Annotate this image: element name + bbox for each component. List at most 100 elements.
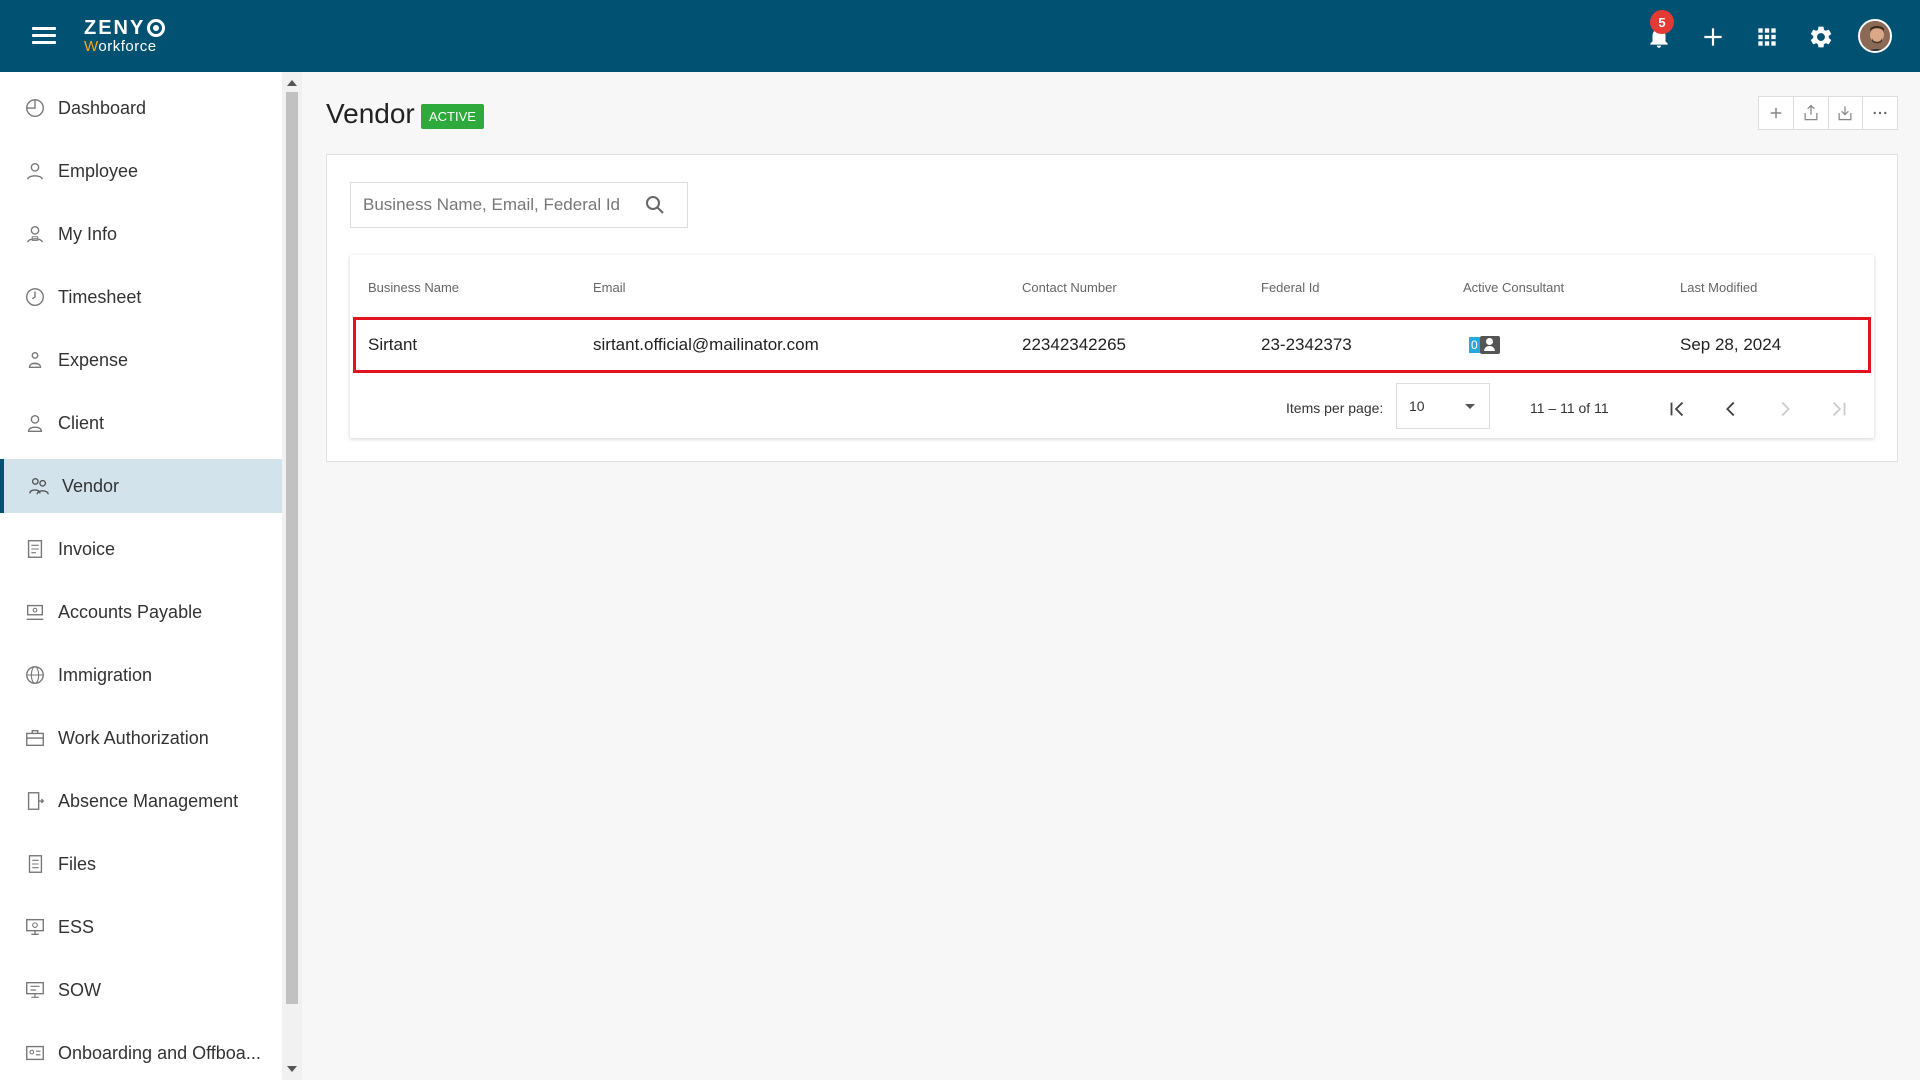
sidebar-item-label: Employee [58,160,139,181]
top-bar: ZENY Workforce [0,0,1920,72]
import-button[interactable] [1829,97,1864,129]
items-per-page-select[interactable]: 10 [1396,383,1490,429]
sidebar-item-label: Files [58,853,97,874]
sidebar-item-label: Expense [58,349,129,370]
employee-icon [24,160,46,182]
sidebar-scrollbar[interactable] [282,72,302,1080]
sidebar-item-label: Accounts Payable [58,601,203,622]
sidebar-item-onboarding[interactable]: Onboarding and Offboa... [0,1026,282,1080]
column-header-business-name[interactable]: Business Name [368,280,459,295]
sidebar-item-label: SOW [58,979,101,1000]
scroll-thumb[interactable] [286,92,298,1004]
last-page-button[interactable] [1827,397,1851,421]
logo-text-accent: W [84,38,99,55]
sidebar-item-vendor[interactable]: Vendor [0,459,282,513]
sidebar-item-absence-management[interactable]: Absence Management [0,774,282,828]
plus-icon [1770,107,1782,119]
sidebar-item-ess[interactable]: ESS [0,900,282,954]
search-input[interactable] [363,195,643,215]
sidebar-item-accounts-payable[interactable]: Accounts Payable [0,585,282,639]
files-icon [24,853,46,875]
column-header-active-consultant[interactable]: Active Consultant [1463,280,1564,295]
upload-icon [1804,104,1818,121]
toolbar-actions [1758,96,1898,130]
chevron-right-icon [1781,401,1790,417]
sidebar-item-label: My Info [58,223,118,244]
accounts-payable-icon [24,601,46,623]
sidebar-item-label: Work Authorization [58,727,209,748]
door-icon [24,790,46,812]
sow-icon [24,979,46,1001]
column-header-last-modified[interactable]: Last Modified [1680,280,1757,295]
notification-badge: 5 [1650,10,1674,34]
avatar[interactable] [1858,19,1892,53]
sidebar-item-work-authorization[interactable]: Work Authorization [0,711,282,765]
more-dots-icon [1873,111,1887,115]
page-title: Vendor [326,98,415,129]
items-per-page-label: Items per page: [1286,400,1384,416]
chevron-left-icon [1726,401,1735,417]
sidebar-item-dashboard[interactable]: Dashboard [0,81,282,135]
client-icon [24,412,46,434]
next-page-button[interactable] [1773,397,1797,421]
menu-icon[interactable] [32,27,56,45]
ess-icon [24,916,46,938]
more-button[interactable] [1863,97,1897,129]
contact-card-icon [1479,336,1500,354]
sidebar-item-label: Absence Management [58,790,239,811]
sidebar-item-my-info[interactable]: My Info [0,207,282,261]
apps-grid-icon[interactable] [1754,24,1780,50]
search-icon[interactable] [643,193,667,217]
cell-email: sirtant.official@mailinator.com [593,335,819,354]
briefcase-icon [24,727,46,749]
column-header-federal-id[interactable]: Federal Id [1261,280,1320,295]
cell-contact-number: 22342342265 [1022,335,1127,354]
sidebar-item-expense[interactable]: Expense [0,333,282,387]
column-header-contact-number[interactable]: Contact Number [1022,280,1117,295]
table-row[interactable]: Sirtant sirtant.official@mailinator.com … [353,317,1871,373]
sidebar-item-client[interactable]: Client [0,396,282,450]
last-page-icon [1832,401,1846,417]
first-page-button[interactable] [1665,397,1689,421]
sidebar-item-files[interactable]: Files [0,837,282,891]
sidebar-item-label: Immigration [58,664,153,685]
vendor-icon [28,475,50,497]
id-card-icon [24,1042,46,1064]
sidebar-item-invoice[interactable]: Invoice [0,522,282,576]
search-field[interactable] [350,182,688,228]
my-info-icon [24,223,46,245]
status-badge: ACTIVE [421,104,484,129]
globe-icon [24,664,46,686]
plus-icon[interactable] [1700,24,1726,50]
sidebar-item-label: Vendor [62,475,120,496]
sidebar-item-timesheet[interactable]: Timesheet [0,270,282,324]
sidebar: Dashboard Employee My Info Timesheet Exp… [0,72,282,1080]
items-per-page-value: 10 [1409,398,1425,414]
sidebar-item-employee[interactable]: Employee [0,144,282,198]
gear-icon[interactable] [1808,24,1834,50]
sidebar-item-label: Dashboard [58,97,147,118]
column-header-email[interactable]: Email [593,280,626,295]
pagination-range: 11 – 11 of 11 [1530,400,1609,416]
scroll-up-arrow[interactable] [287,80,297,86]
sidebar-item-immigration[interactable]: Immigration [0,648,282,702]
clock-icon [24,286,46,308]
chevron-down-icon [1465,404,1475,409]
scroll-down-arrow[interactable] [287,1066,297,1072]
export-button[interactable] [1794,97,1829,129]
sidebar-item-sow[interactable]: SOW [0,963,282,1017]
active-consultant-indicator[interactable]: 0 [1469,336,1500,354]
cell-business-name[interactable]: Sirtant [368,335,417,355]
dashboard-icon [24,97,46,119]
sidebar-item-label: Timesheet [58,286,142,307]
consultant-count: 0 [1469,337,1480,353]
add-button[interactable] [1759,97,1794,129]
sidebar-item-label: Client [58,412,105,433]
sidebar-item-label: Onboarding and Offboa... [58,1042,261,1063]
cell-last-modified: Sep 28, 2024 [1680,335,1782,354]
cell-federal-id: 23-2342373 [1261,335,1352,354]
vendor-table: Business Name Email Contact Number Feder… [350,255,1874,438]
previous-page-button[interactable] [1719,397,1743,421]
sidebar-item-label: ESS [58,916,95,937]
logo-text: ZENY [84,17,146,39]
